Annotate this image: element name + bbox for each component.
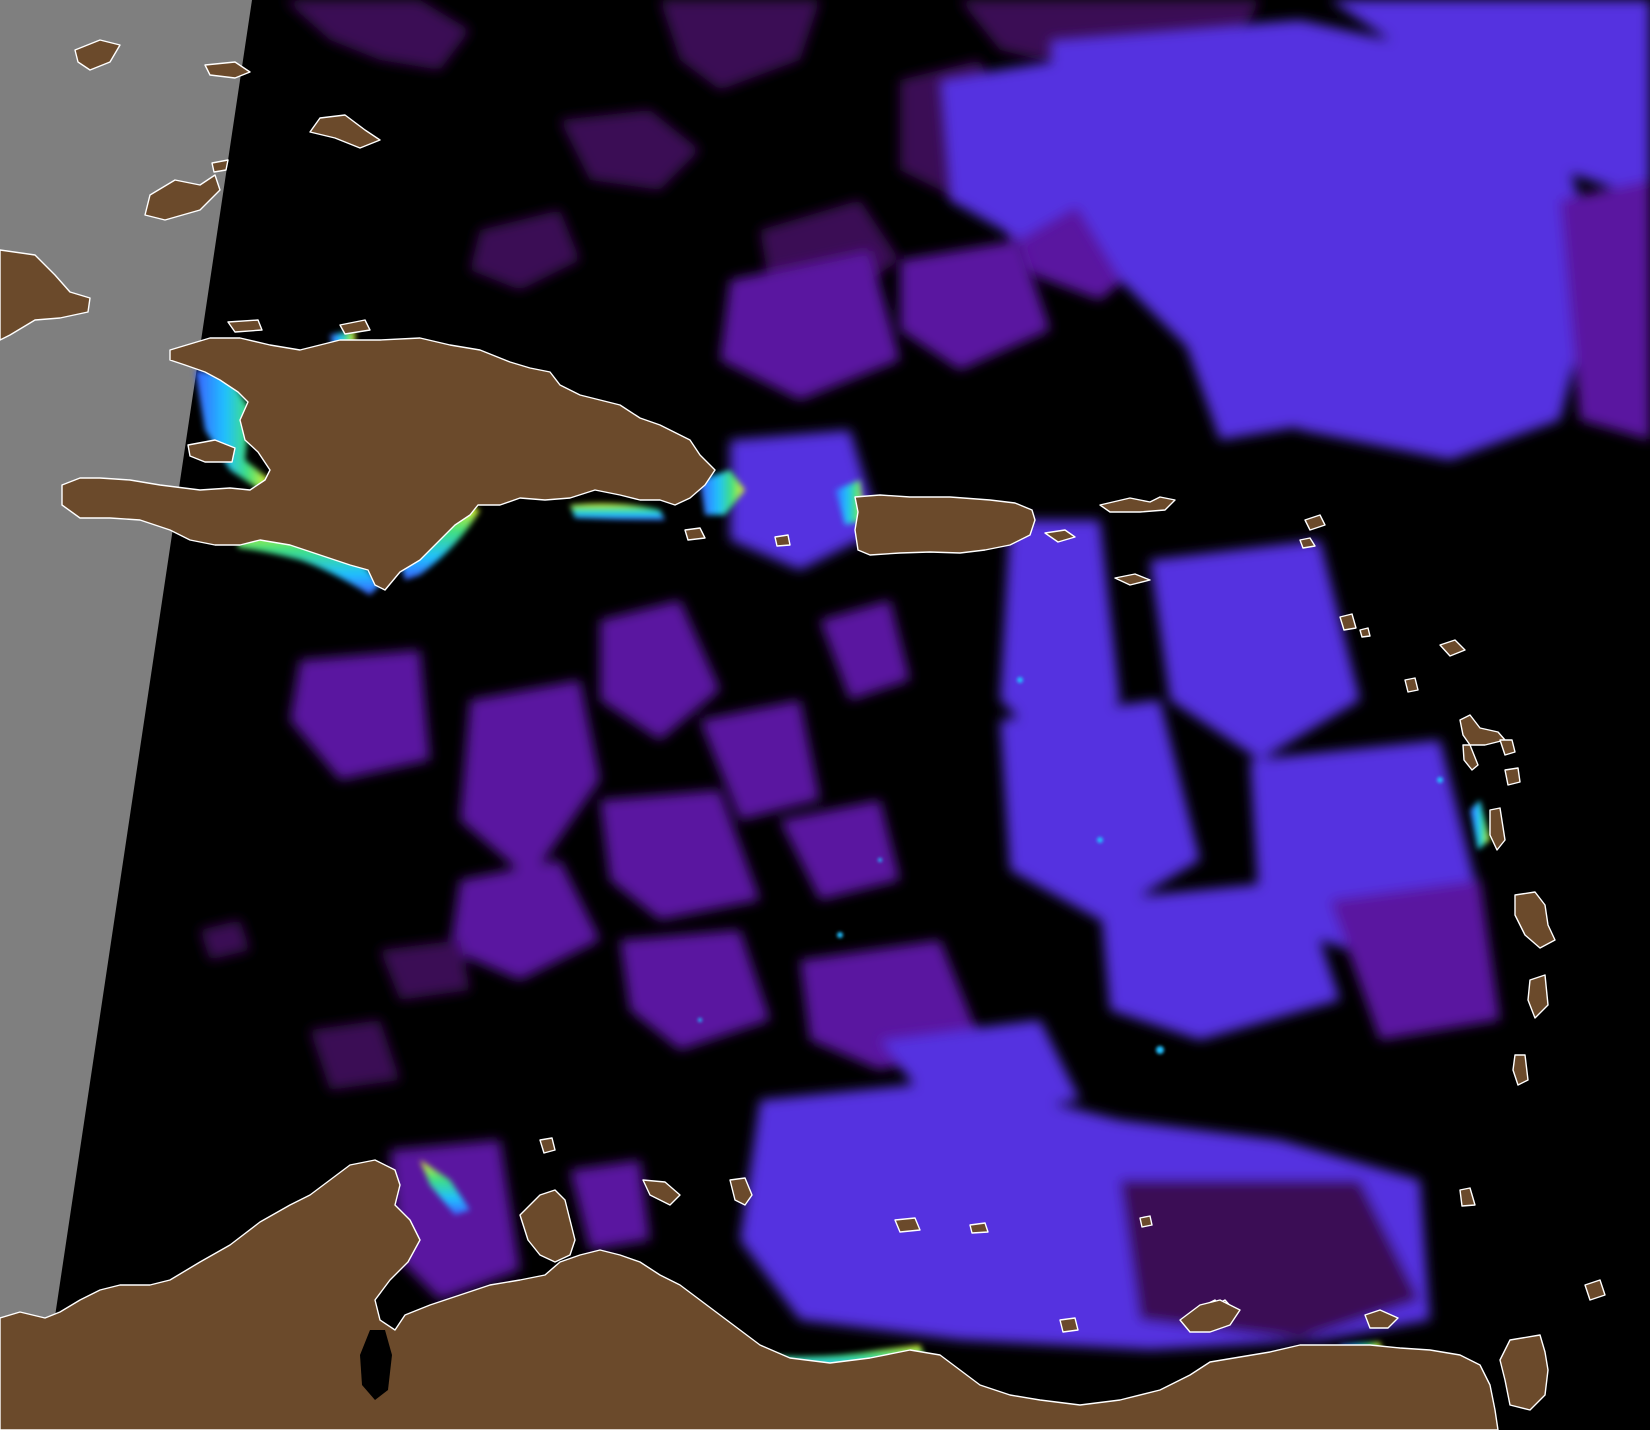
map-canvas (0, 0, 1650, 1430)
satellite-map (0, 0, 1650, 1430)
land-puerto-rico (854, 494, 1036, 556)
